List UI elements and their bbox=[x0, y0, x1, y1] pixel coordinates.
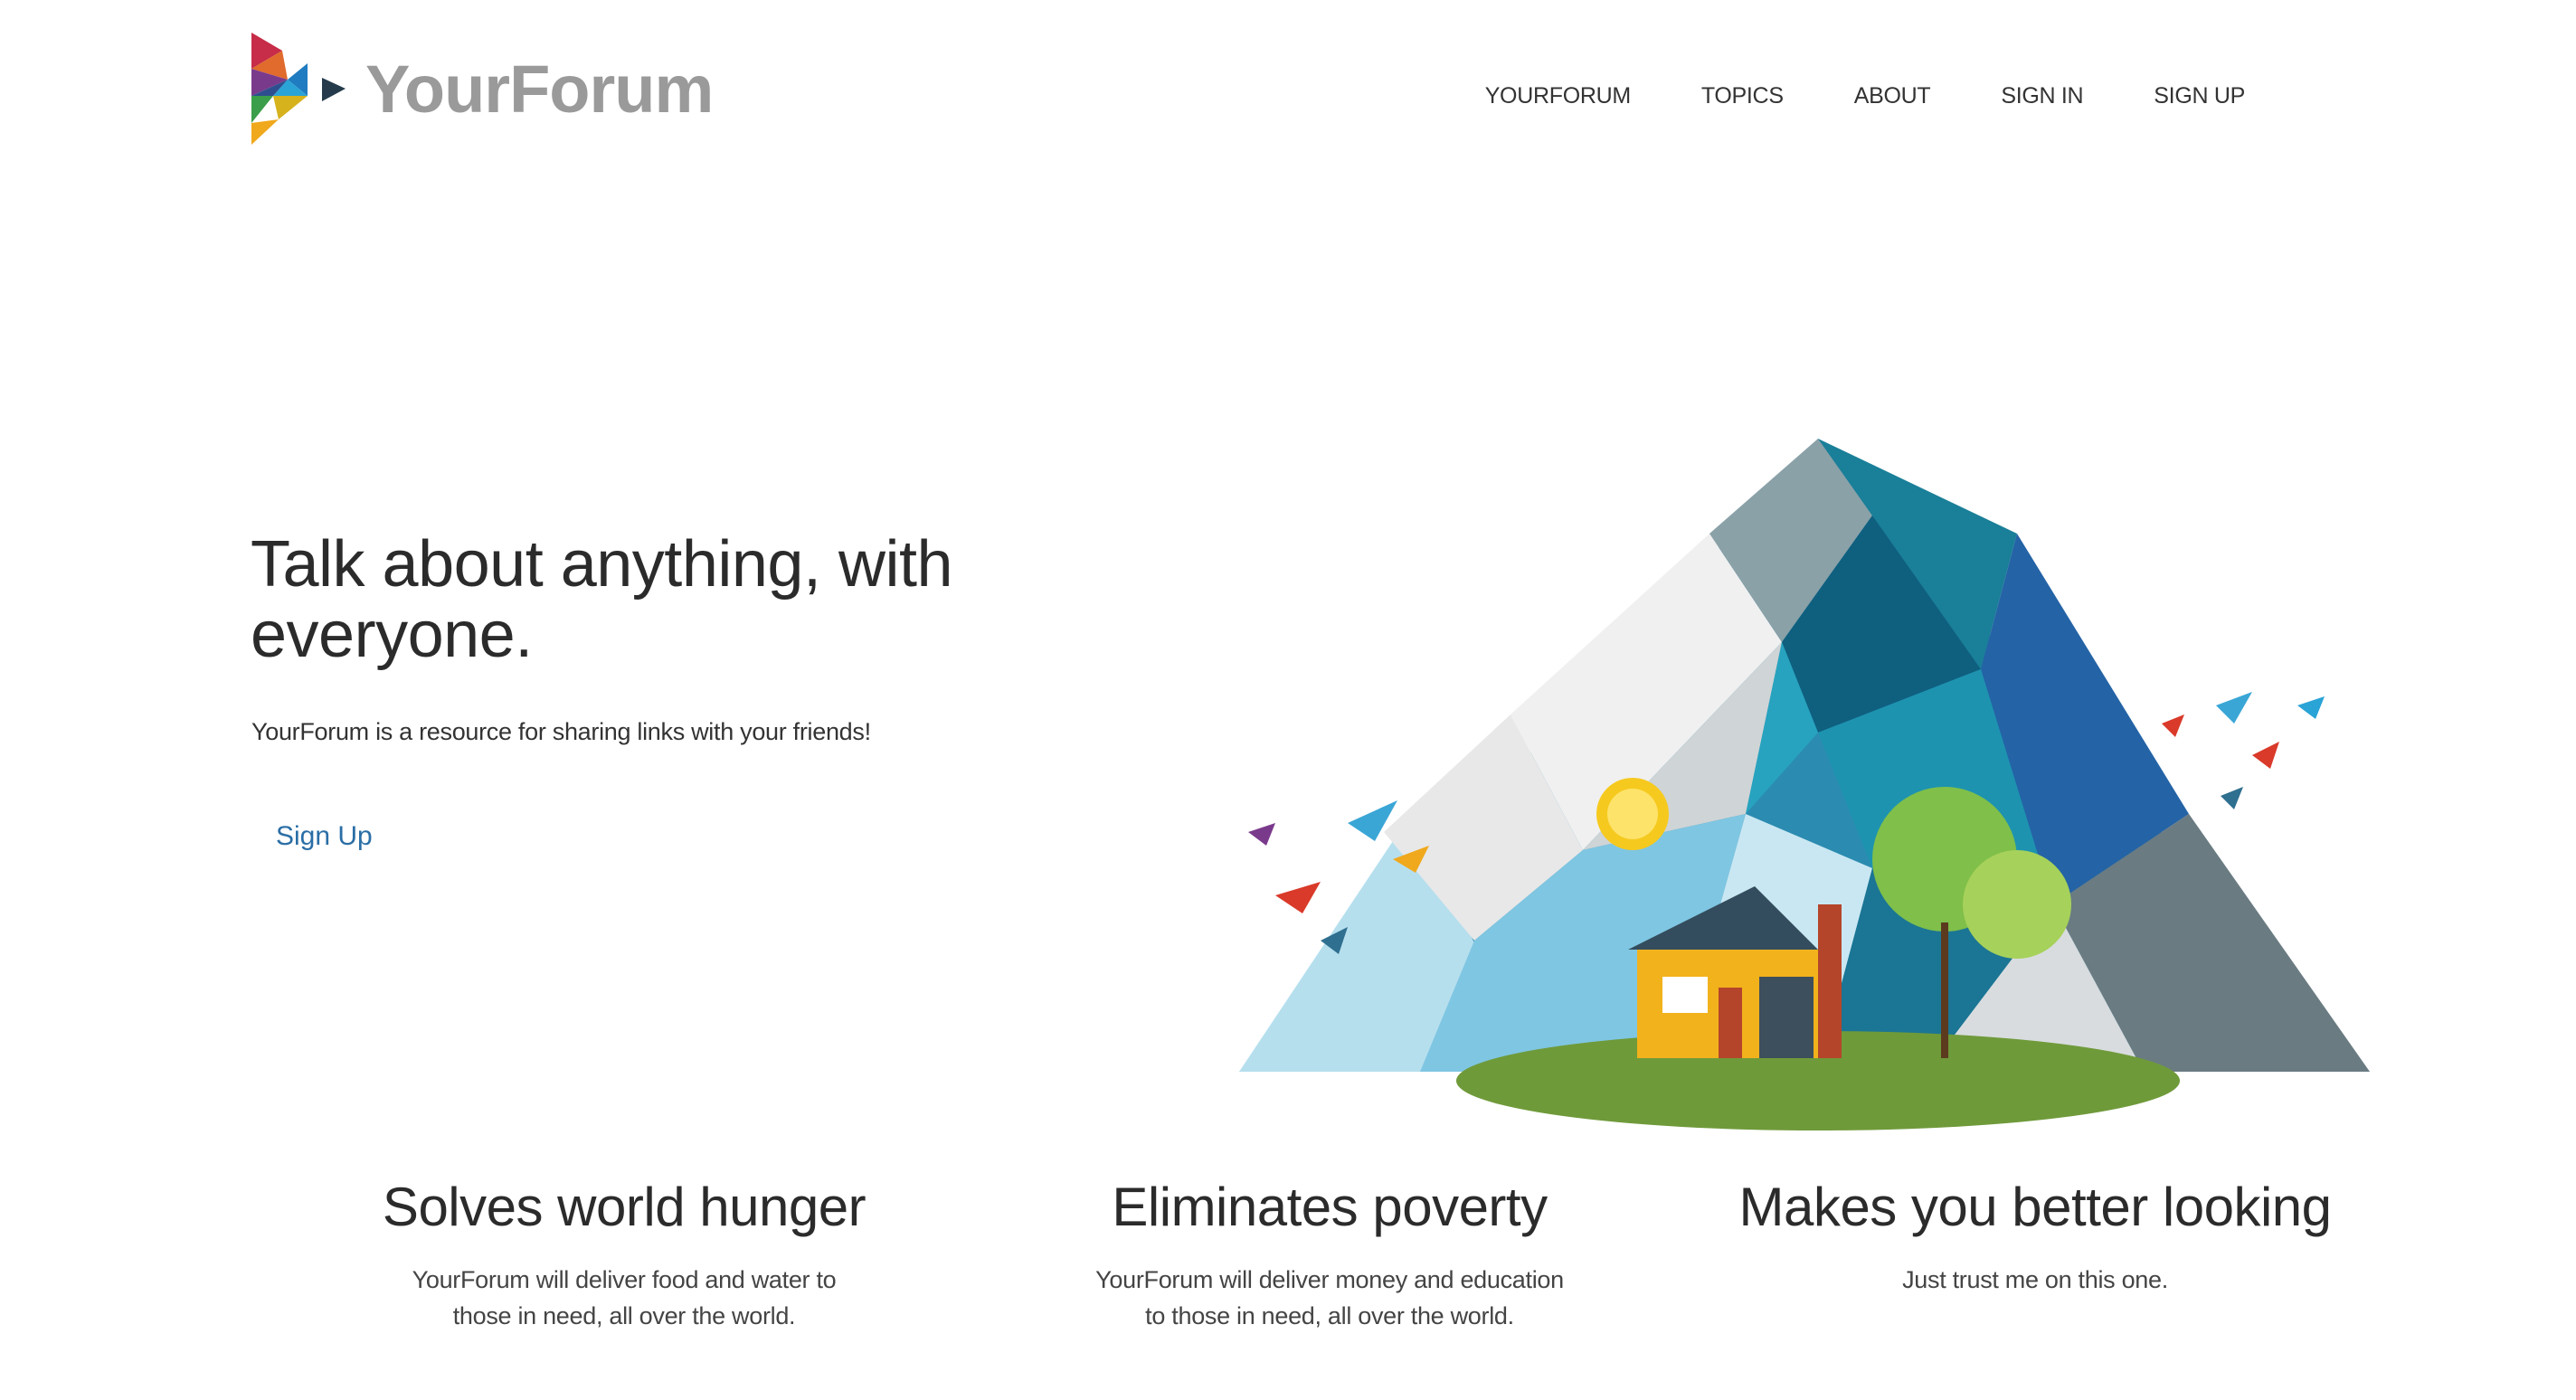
nav-sign-up[interactable]: SIGN UP bbox=[2154, 83, 2245, 109]
feature-text: YourForum will deliver food and water to… bbox=[412, 1266, 837, 1329]
feature-card: Makes you better looking Just trust me o… bbox=[1682, 1176, 2388, 1334]
hero-title: Talk about anything, with everyone. bbox=[251, 528, 952, 671]
hero-subtitle: YourForum is a resource for sharing link… bbox=[251, 718, 871, 745]
features-section: Solves world hunger YourForum will deliv… bbox=[271, 1176, 2388, 1334]
feature-title: Eliminates poverty bbox=[1112, 1177, 1548, 1237]
brand-name: YourForum bbox=[365, 51, 714, 127]
feature-card: Eliminates poverty YourForum will delive… bbox=[977, 1176, 1682, 1334]
nav-topics[interactable]: TOPICS bbox=[1701, 83, 1784, 109]
triangle-mosaic-logo-icon bbox=[251, 33, 346, 145]
site-logo[interactable]: YourForum bbox=[251, 33, 714, 145]
feature-text: YourForum will deliver money and educati… bbox=[1095, 1266, 1564, 1329]
nav-about[interactable]: ABOUT bbox=[1854, 83, 1931, 109]
feature-card: Solves world hunger YourForum will deliv… bbox=[271, 1176, 977, 1334]
mountain-house-illustration bbox=[1239, 439, 2370, 1130]
feature-title: Solves world hunger bbox=[382, 1177, 867, 1237]
top-navigation: YOURFORUM TOPICS ABOUT SIGN IN SIGN UP bbox=[1485, 83, 2246, 109]
nav-yourforum[interactable]: YOURFORUM bbox=[1485, 83, 1631, 109]
nav-sign-in[interactable]: SIGN IN bbox=[2001, 83, 2083, 109]
feature-title: Makes you better looking bbox=[1738, 1177, 2332, 1237]
hero-sign-up-link[interactable]: Sign Up bbox=[276, 821, 373, 852]
feature-text: Just trust me on this one. bbox=[1902, 1266, 2168, 1293]
